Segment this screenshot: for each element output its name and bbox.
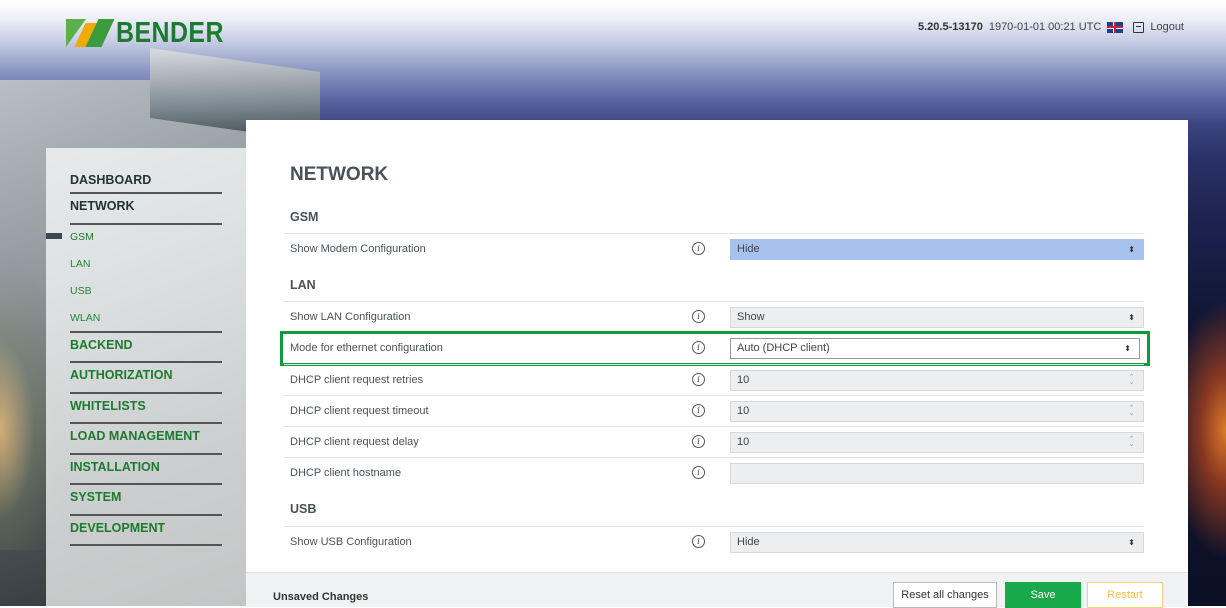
save-button[interactable]: Save [1005,582,1081,608]
sidebar-item-network[interactable]: NETWORK [70,194,222,225]
select-value: Auto (DHCP client) [737,342,830,354]
bender-logo[interactable]: BENDER [66,16,241,49]
info-icon[interactable]: i [692,341,705,354]
show-modem-select[interactable]: Hide ⬍ [730,239,1144,260]
show-usb-select[interactable]: Hide ⬍ [730,532,1144,553]
sidebar-item-authorization[interactable]: AUTHORIZATION [70,363,222,394]
number-spinner-icon[interactable]: ⌃ ⌄ [1128,374,1135,386]
input-value: 10 [737,374,750,386]
sidebar-item-development[interactable]: DEVELOPMENT [70,516,222,546]
setting-row-dhcp-hostname: DHCP client hostname i [284,457,1144,489]
info-icon[interactable]: i [692,466,705,479]
main-panel: NETWORK GSM Show Modem Configuration i H… [246,120,1188,606]
info-icon[interactable]: i [692,435,705,448]
logout-icon[interactable] [1133,21,1145,33]
dhcp-retries-input[interactable]: 10 ⌃ ⌄ [730,370,1144,391]
unsaved-changes-status: Unsaved Changes [273,591,369,603]
sidebar-item-installation[interactable]: INSTALLATION [70,455,222,485]
setting-row-ethernet-mode: Mode for ethernet configuration i Auto (… [280,331,1150,366]
show-lan-select[interactable]: Show ⬍ [730,307,1144,328]
sidebar-item-system[interactable]: SYSTEM [70,485,222,516]
select-value: Show [737,311,765,323]
setting-label: DHCP client request delay [290,436,419,448]
sidebar-item-backend[interactable]: BACKEND [70,333,222,363]
setting-row-dhcp-retries: DHCP client request retries i 10 ⌃ ⌄ [284,364,1144,396]
sidebar-item-usb[interactable]: USB [70,279,222,306]
top-status-bar: 5.20.5-13170 1970-01-01 00:21 UTC Logout [918,21,1184,33]
setting-row-dhcp-delay: DHCP client request delay i 10 ⌃ ⌄ [284,426,1144,458]
sidebar-item-wlan[interactable]: WLAN [70,306,222,333]
system-datetime: 1970-01-01 00:21 UTC [988,21,1102,33]
sidebar-item-whitelists[interactable]: WHITELISTS [70,394,222,424]
uk-flag-icon[interactable] [1107,21,1124,33]
info-icon[interactable]: i [692,242,705,255]
sidebar-nav: DASHBOARD NETWORK GSM LAN USB WLAN BACKE… [46,168,222,546]
section-title-usb: USB [290,502,317,516]
select-arrow-icon: ⬍ [1124,344,1131,353]
info-icon[interactable]: i [692,373,705,386]
select-arrow-icon: ⬍ [1128,313,1135,322]
setting-label: Mode for ethernet configuration [290,342,443,354]
highlight-inner: Mode for ethernet configuration i Auto (… [283,334,1147,363]
select-value: Hide [737,243,760,255]
ethernet-mode-select[interactable]: Auto (DHCP client) ⬍ [730,338,1140,359]
setting-label: Show Modem Configuration [290,243,426,255]
number-spinner-icon[interactable]: ⌃ ⌄ [1128,436,1135,448]
setting-row-show-lan: Show LAN Configuration i Show ⬍ [284,301,1144,333]
setting-row-show-modem: Show Modem Configuration i Hide ⬍ [284,233,1144,265]
setting-label: DHCP client request timeout [290,405,429,417]
page-title: NETWORK [290,164,389,185]
select-arrow-icon: ⬍ [1128,245,1135,254]
info-icon[interactable]: i [692,535,705,548]
section-title-lan: LAN [290,278,316,292]
logout-link[interactable]: Logout [1150,21,1184,33]
dhcp-hostname-input[interactable] [730,463,1144,484]
sidebar: DASHBOARD NETWORK GSM LAN USB WLAN BACKE… [46,148,246,606]
sidebar-item-lan[interactable]: LAN [70,252,222,279]
setting-row-show-usb: Show USB Configuration i Hide ⬍ [284,526,1144,558]
section-title-gsm: GSM [290,210,319,224]
setting-label: DHCP client request retries [290,374,424,386]
setting-label: DHCP client hostname [290,467,402,479]
bender-logo-mark [66,19,115,47]
sidebar-item-dashboard[interactable]: DASHBOARD [70,168,222,194]
info-icon[interactable]: i [692,404,705,417]
restart-button[interactable]: Restart [1087,582,1163,608]
sidebar-item-load-management[interactable]: LOAD MANAGEMENT [70,424,222,455]
dhcp-timeout-input[interactable]: 10 ⌃ ⌄ [730,401,1144,422]
dhcp-delay-input[interactable]: 10 ⌃ ⌄ [730,432,1144,453]
action-footer: Unsaved Changes Reset all changes Save R… [246,572,1188,608]
select-arrow-icon: ⬍ [1128,538,1135,547]
input-value: 10 [737,436,750,448]
firmware-version: 5.20.5-13170 [917,21,983,33]
setting-label: Show LAN Configuration [290,311,411,323]
setting-row-dhcp-timeout: DHCP client request timeout i 10 ⌃ ⌄ [284,395,1144,427]
select-value: Hide [737,536,760,548]
setting-label: Show USB Configuration [290,536,412,548]
sidebar-item-gsm[interactable]: GSM [70,225,222,252]
number-spinner-icon[interactable]: ⌃ ⌄ [1128,405,1135,417]
reset-all-changes-button[interactable]: Reset all changes [893,582,997,608]
info-icon[interactable]: i [692,310,705,323]
active-item-marker [46,232,62,239]
brand-name: BENDER [116,16,224,49]
input-value: 10 [737,405,750,417]
